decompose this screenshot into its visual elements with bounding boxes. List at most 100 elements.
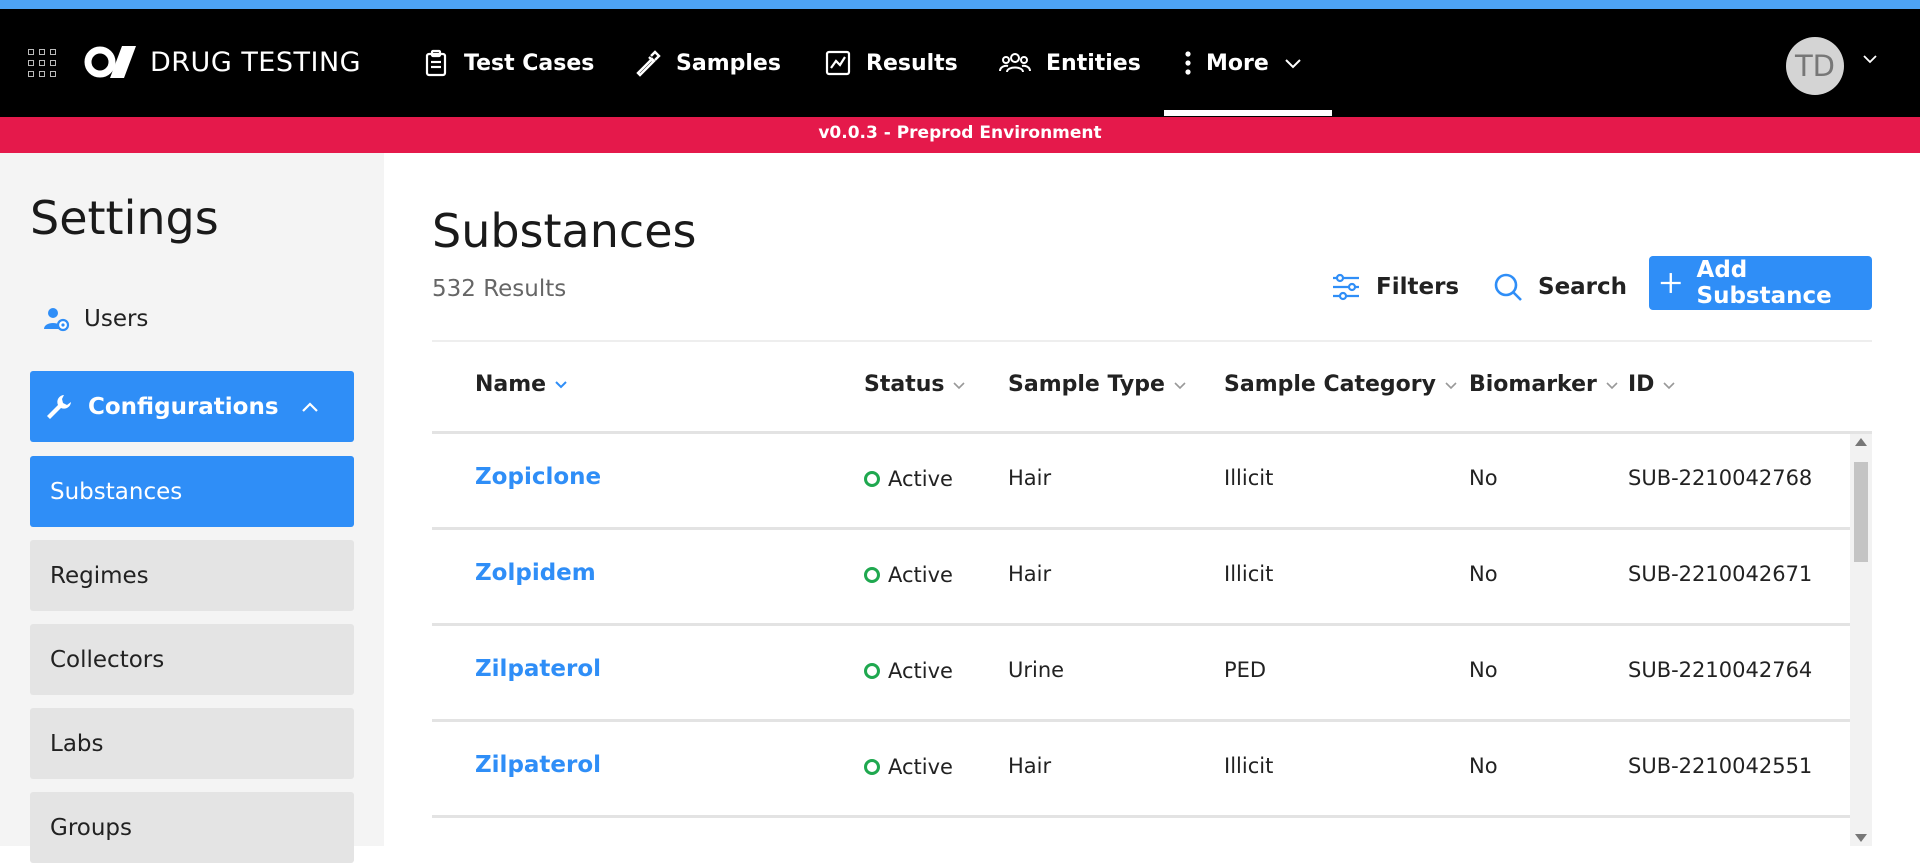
table-row[interactable]: Zopiclone Active Hair Illicit No SUB-221… [432, 434, 1850, 530]
nav-more-label: More [1206, 50, 1269, 76]
logo-icon[interactable] [84, 44, 138, 80]
id-cell: SUB-2210042764 [1628, 658, 1813, 682]
column-header-sample-category[interactable]: Sample Category [1224, 372, 1458, 397]
user-avatar[interactable]: TD [1786, 37, 1844, 95]
nav-test-cases[interactable]: Test Cases [422, 45, 594, 81]
active-status-icon [864, 471, 880, 487]
top-accent-bar [0, 0, 1920, 9]
plus-icon [1660, 273, 1681, 293]
biomarker-cell: No [1469, 562, 1498, 586]
chevron-down-icon [1663, 381, 1676, 389]
status-badge: Active [864, 659, 953, 683]
app-grid-icon[interactable] [28, 49, 56, 77]
column-header-status[interactable]: Status [864, 372, 966, 397]
nav-entities[interactable]: Entities [998, 45, 1141, 81]
sidebar-item-collectors[interactable]: Collectors [30, 624, 354, 695]
table-row[interactable]: Zolpidem Active Hair Illicit No SUB-2210… [432, 530, 1850, 626]
active-status-icon [864, 663, 880, 679]
id-cell: SUB-2210042671 [1628, 562, 1813, 586]
environment-banner: v0.0.3 - Preprod Environment [0, 117, 1920, 153]
clipboard-icon [425, 49, 447, 77]
id-cell: SUB-2210042551 [1628, 754, 1813, 778]
sidebar-item-substances[interactable]: Substances [30, 456, 354, 527]
search-icon [1494, 273, 1522, 301]
nav-samples-label: Samples [676, 50, 781, 76]
chevron-down-icon [953, 381, 966, 389]
table-row[interactable]: Zilpaterol Active Urine PED No SUB-22100… [432, 626, 1850, 722]
sidebar-item-configurations[interactable]: Configurations [30, 371, 354, 442]
status-badge: Active [864, 755, 953, 779]
sidebar-item-users[interactable]: Users [42, 305, 148, 333]
user-menu-chevron-icon[interactable] [1862, 51, 1878, 67]
table-row[interactable]: Zilpaterol Active Hair Illicit No SUB-22… [432, 722, 1850, 818]
sample-category-cell: Illicit [1224, 754, 1274, 778]
sample-category-cell: PED [1224, 658, 1267, 682]
pipette-icon [636, 50, 661, 77]
filters-button[interactable]: Filters [1330, 263, 1459, 311]
sample-type-cell: Hair [1008, 466, 1052, 490]
user-settings-icon [44, 308, 70, 332]
biomarker-cell: No [1469, 466, 1498, 490]
column-header-biomarker[interactable]: Biomarker [1469, 372, 1619, 397]
chart-icon [825, 50, 851, 76]
settings-sidebar: Settings Users Configurations Substances… [0, 153, 384, 863]
table-scrollbar[interactable] [1850, 434, 1872, 846]
nav-results-label: Results [866, 50, 958, 76]
sample-type-cell: Hair [1008, 562, 1052, 586]
more-vertical-icon [1185, 51, 1191, 75]
column-header-sample-type[interactable]: Sample Type [1008, 372, 1187, 397]
substance-name-link[interactable]: Zilpaterol [475, 656, 601, 682]
column-header-id[interactable]: ID [1628, 372, 1676, 397]
sample-category-cell: Illicit [1224, 562, 1274, 586]
scrollbar-thumb[interactable] [1854, 462, 1868, 562]
biomarker-cell: No [1469, 754, 1498, 778]
scroll-up-arrow-icon[interactable] [1855, 438, 1867, 446]
sidebar-title: Settings [30, 191, 219, 245]
nav-results[interactable]: Results [824, 45, 958, 81]
column-header-biomarker-label: Biomarker [1469, 372, 1597, 397]
active-nav-indicator [1164, 110, 1332, 116]
chevron-down-icon [1445, 381, 1457, 389]
nav-entities-label: Entities [1046, 50, 1141, 76]
sample-category-cell: Illicit [1224, 466, 1274, 490]
table-body: Zopiclone Active Hair Illicit No SUB-221… [432, 434, 1850, 846]
filters-label: Filters [1376, 274, 1460, 300]
table-header: Name Status Sample Type Sample Category … [432, 342, 1872, 434]
page-title: Substances [432, 204, 697, 258]
sidebar-item-configurations-label: Configurations [88, 393, 279, 420]
main-content: Substances 532 Results Filters Search Ad… [384, 153, 1920, 846]
nav-more[interactable]: More [1184, 45, 1303, 81]
sidebar-item-labs[interactable]: Labs [30, 708, 354, 779]
status-badge: Active [864, 467, 953, 491]
sidebar-item-groups[interactable]: Groups [30, 792, 354, 863]
biomarker-cell: No [1469, 658, 1498, 682]
search-button[interactable]: Search [1492, 263, 1627, 311]
status-label: Active [888, 659, 953, 683]
column-header-name[interactable]: Name [475, 372, 568, 397]
sample-type-cell: Urine [1008, 658, 1065, 682]
scroll-down-arrow-icon[interactable] [1855, 834, 1867, 842]
chevron-down-icon [1285, 59, 1301, 69]
substance-name-link[interactable]: Zolpidem [475, 560, 596, 586]
wrench-icon [47, 394, 71, 419]
column-header-status-label: Status [864, 372, 945, 397]
filter-sliders-icon [1333, 273, 1359, 301]
sidebar-item-users-label: Users [84, 306, 149, 332]
results-count: 532 Results [432, 276, 567, 302]
sort-chevron-icon [555, 380, 567, 388]
add-substance-label: Add Substance [1696, 257, 1832, 309]
search-label: Search [1538, 274, 1628, 300]
substance-name-link[interactable]: Zilpaterol [475, 752, 601, 778]
status-label: Active [888, 467, 953, 491]
status-label: Active [888, 755, 953, 779]
chevron-down-icon [1606, 381, 1618, 389]
column-header-sample-category-label: Sample Category [1224, 372, 1436, 397]
chevron-down-icon [1174, 381, 1186, 389]
sample-type-cell: Hair [1008, 754, 1052, 778]
sidebar-item-regimes[interactable]: Regimes [30, 540, 354, 611]
add-substance-button[interactable]: Add Substance [1649, 256, 1872, 310]
nav-test-cases-label: Test Cases [464, 50, 595, 76]
chevron-up-icon [302, 402, 318, 412]
substance-name-link[interactable]: Zopiclone [475, 464, 601, 490]
nav-samples[interactable]: Samples [634, 45, 781, 81]
